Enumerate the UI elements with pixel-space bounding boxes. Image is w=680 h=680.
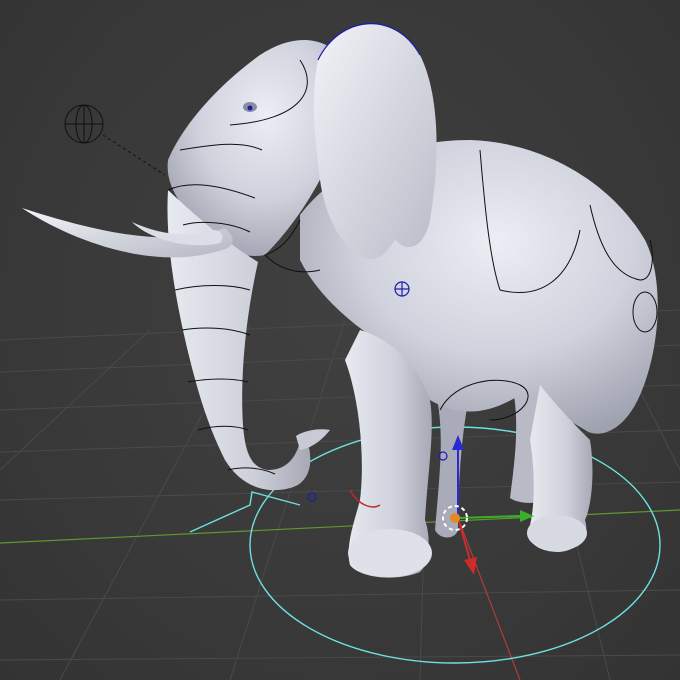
- camera-target-icon[interactable]: [64, 104, 166, 176]
- axis-arrow-x-icon[interactable]: [464, 557, 477, 575]
- 3d-viewport[interactable]: [0, 0, 680, 680]
- x-axis-line: [457, 517, 521, 680]
- viewport-canvas[interactable]: [0, 0, 680, 680]
